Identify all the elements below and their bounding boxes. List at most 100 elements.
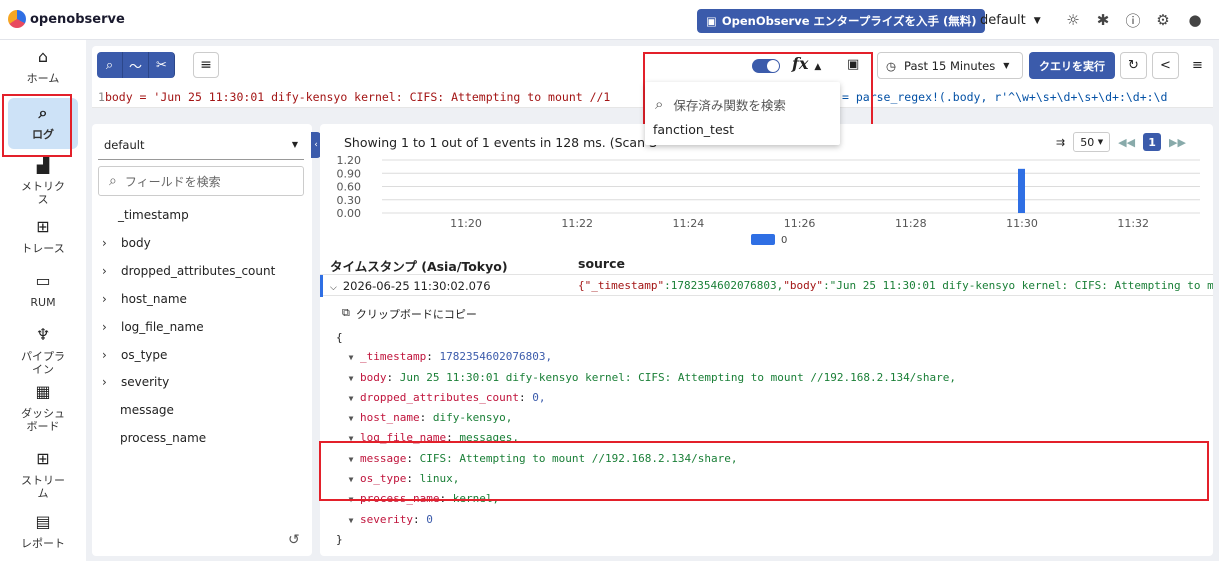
settings-icon[interactable]: ⚙ <box>1153 10 1173 30</box>
field-item[interactable]: _timestamp <box>118 208 189 222</box>
search-icon: ⌕ <box>38 103 48 122</box>
field-item[interactable]: › severity <box>102 375 169 389</box>
function-button[interactable]: fx ▲ <box>792 54 821 73</box>
chevron-right-icon: › <box>102 320 107 334</box>
json-line: ▼ message: CIFS: Attempting to mount //19… <box>348 451 738 465</box>
user-icon[interactable]: ● <box>1185 10 1205 30</box>
save-icon[interactable]: ▣ <box>847 57 859 72</box>
json-line: ▼ os_type: linux, <box>348 472 460 486</box>
chevron-down-icon: ▼ <box>1033 15 1041 26</box>
json-line: ▼ process_name: kernel, <box>348 492 500 506</box>
x-tick-label: 11:24 <box>673 217 705 230</box>
next-page-icon[interactable]: ▶▶ <box>1169 136 1186 149</box>
nav-home[interactable]: ⌂ ホーム <box>0 49 86 86</box>
json-line: ▼ body: Jun 25 11:30:01 dify-kensyo kerne… <box>348 370 957 384</box>
nav-streams[interactable]: ⊞ ストリー ム <box>0 449 86 501</box>
field-item[interactable]: process_name <box>120 431 206 445</box>
function-item[interactable]: fanction_test <box>653 122 734 137</box>
chevron-right-icon: › <box>102 264 107 278</box>
nav-dashboards[interactable]: ▦ ダッシュ ボード <box>0 382 86 434</box>
copy-to-clipboard-button[interactable]: ⧉ クリップボードにコピー <box>342 306 477 322</box>
field-item[interactable]: message <box>120 403 174 417</box>
legend-swatch <box>751 234 775 245</box>
time-range-select[interactable]: ◷ Past 15 Minutes ▼ <box>877 52 1023 79</box>
app-logo[interactable]: openobserve <box>8 10 125 28</box>
theme-icon[interactable]: ☼ <box>1063 10 1083 30</box>
field-panel: default ▼ ⌕ フィールドを検索 _timestamp › body › d… <box>92 124 312 556</box>
source-column-header[interactable]: source <box>578 256 625 271</box>
first-page-icon[interactable]: ◀◀ <box>1118 136 1135 149</box>
pagination: ⇉ 50 ▼ ◀◀ 1 ▶▶ <box>1056 132 1186 152</box>
page-size-select[interactable]: 50 ▼ <box>1073 132 1111 152</box>
table-row[interactable]: ⌵ 2026-06-25 11:30:02.076 {"_timestamp":1… <box>320 274 1213 297</box>
report-icon: ▤ <box>35 512 51 531</box>
stream-icon: ⊞ <box>36 449 50 468</box>
monitor-icon: ▭ <box>35 271 51 290</box>
slack-icon[interactable]: ✱ <box>1093 10 1113 30</box>
org-select[interactable]: default ▼ <box>980 13 1041 28</box>
json-line: ▼ _timestamp: 1782354602076803, <box>348 350 553 364</box>
nav-traces[interactable]: ⊞ トレース <box>0 219 86 256</box>
y-tick-label: 0.30 <box>337 194 362 207</box>
field-item[interactable]: › log_file_name <box>102 320 204 334</box>
x-tick-label: 11:22 <box>561 217 593 230</box>
help-icon[interactable]: ⓘ <box>1123 10 1143 30</box>
results-summary: Showing 1 to 1 out of 1 events in 128 ms… <box>344 135 657 150</box>
share-icon[interactable]: < <box>1152 52 1179 79</box>
nav-metrics[interactable]: ▟ メトリク ス <box>0 155 86 207</box>
function-dropdown: ⌕ 保存済み関数を検索 fanction_test <box>645 82 840 145</box>
field-search-input[interactable]: ⌕ フィールドを検索 <box>98 166 304 196</box>
bar-chart-icon: ▟ <box>36 155 50 174</box>
x-tick-label: 11:30 <box>1006 217 1038 230</box>
function-toggle[interactable] <box>752 59 780 73</box>
tools-mode-button[interactable]: ✂ <box>149 52 175 78</box>
search-icon: ⌕ <box>655 95 664 113</box>
menu-icon[interactable]: ≡ <box>193 52 219 78</box>
json-viewer: { ▼ _timestamp: 1782354602076803, ▼ body: … <box>336 328 956 549</box>
run-query-button[interactable]: クエリを実行 <box>1029 52 1115 79</box>
histogram-chart: 0.000.300.600.901.20 11:20 11:22 11:24 11:26… <box>337 156 1200 246</box>
timestamp-column-header[interactable]: タイムスタンプ (Asia/Tokyo) <box>330 256 508 275</box>
stream-select[interactable]: default ▼ <box>98 130 304 160</box>
x-tick-label: 11:28 <box>895 217 927 230</box>
reset-icon[interactable]: ↺ <box>288 532 300 548</box>
nav-rum[interactable]: ▭ RUM <box>0 271 86 310</box>
dashboard-icon: ▦ <box>35 382 51 401</box>
json-brace-open: { <box>336 331 343 344</box>
field-item[interactable]: › os_type <box>102 348 167 362</box>
bar <box>1018 168 1025 213</box>
search-mode-button[interactable]: ⌕ <box>97 52 123 78</box>
top-bar: openobserve ▣ OpenObserve エンタープライズを入手 (無… <box>0 0 1219 40</box>
search-icon: ⌕ <box>109 173 117 189</box>
row-source: {"_timestamp":1782354602076803,"body":"J… <box>578 279 1213 292</box>
mode-toggle-group: ⌕ 〜 ✂ <box>97 52 175 78</box>
chevron-right-icon: › <box>102 236 107 250</box>
json-line: ▼ host_name: dify-kensyo, <box>348 411 513 425</box>
field-item[interactable]: › body <box>102 236 151 250</box>
field-item[interactable]: › host_name <box>102 292 187 306</box>
nav-logs[interactable]: ⌕ ログ <box>0 98 86 149</box>
building-icon: ▣ <box>706 14 717 28</box>
y-tick-label: 0.90 <box>337 167 362 180</box>
enterprise-button[interactable]: ▣ OpenObserve エンタープライズを入手 (無料) <box>697 9 986 33</box>
current-page[interactable]: 1 <box>1143 133 1162 151</box>
wrap-icon[interactable]: ⇉ <box>1056 136 1065 149</box>
json-line: ▼ severity: 0 <box>348 512 433 526</box>
chevron-right-icon: › <box>102 375 107 389</box>
nav-pipelines[interactable]: ♆ パイプラ イン <box>0 327 86 377</box>
results-panel: Showing 1 to 1 out of 1 events in 128 ms… <box>320 124 1213 556</box>
x-tick-label: 11:20 <box>450 217 482 230</box>
chevron-down-icon: ⌵ <box>330 283 337 293</box>
refresh-icon[interactable]: ↻ <box>1120 52 1147 79</box>
json-line: ▼ log_file_name: messages, <box>348 431 519 445</box>
function-search-input[interactable]: ⌕ 保存済み関数を検索 <box>655 90 830 118</box>
field-item[interactable]: › dropped_attributes_count <box>102 264 275 278</box>
chevron-right-icon: › <box>102 348 107 362</box>
more-menu-icon[interactable]: ≡ <box>1184 52 1211 79</box>
nav-reports[interactable]: ▤ レポート <box>0 512 86 551</box>
x-tick-label: 11:32 <box>1117 217 1149 230</box>
json-brace-close: } <box>336 532 343 546</box>
json-line: ▼ dropped_attributes_count: 0, <box>348 390 546 404</box>
app-name: openobserve <box>30 11 125 27</box>
visualize-mode-button[interactable]: 〜 <box>123 52 149 78</box>
